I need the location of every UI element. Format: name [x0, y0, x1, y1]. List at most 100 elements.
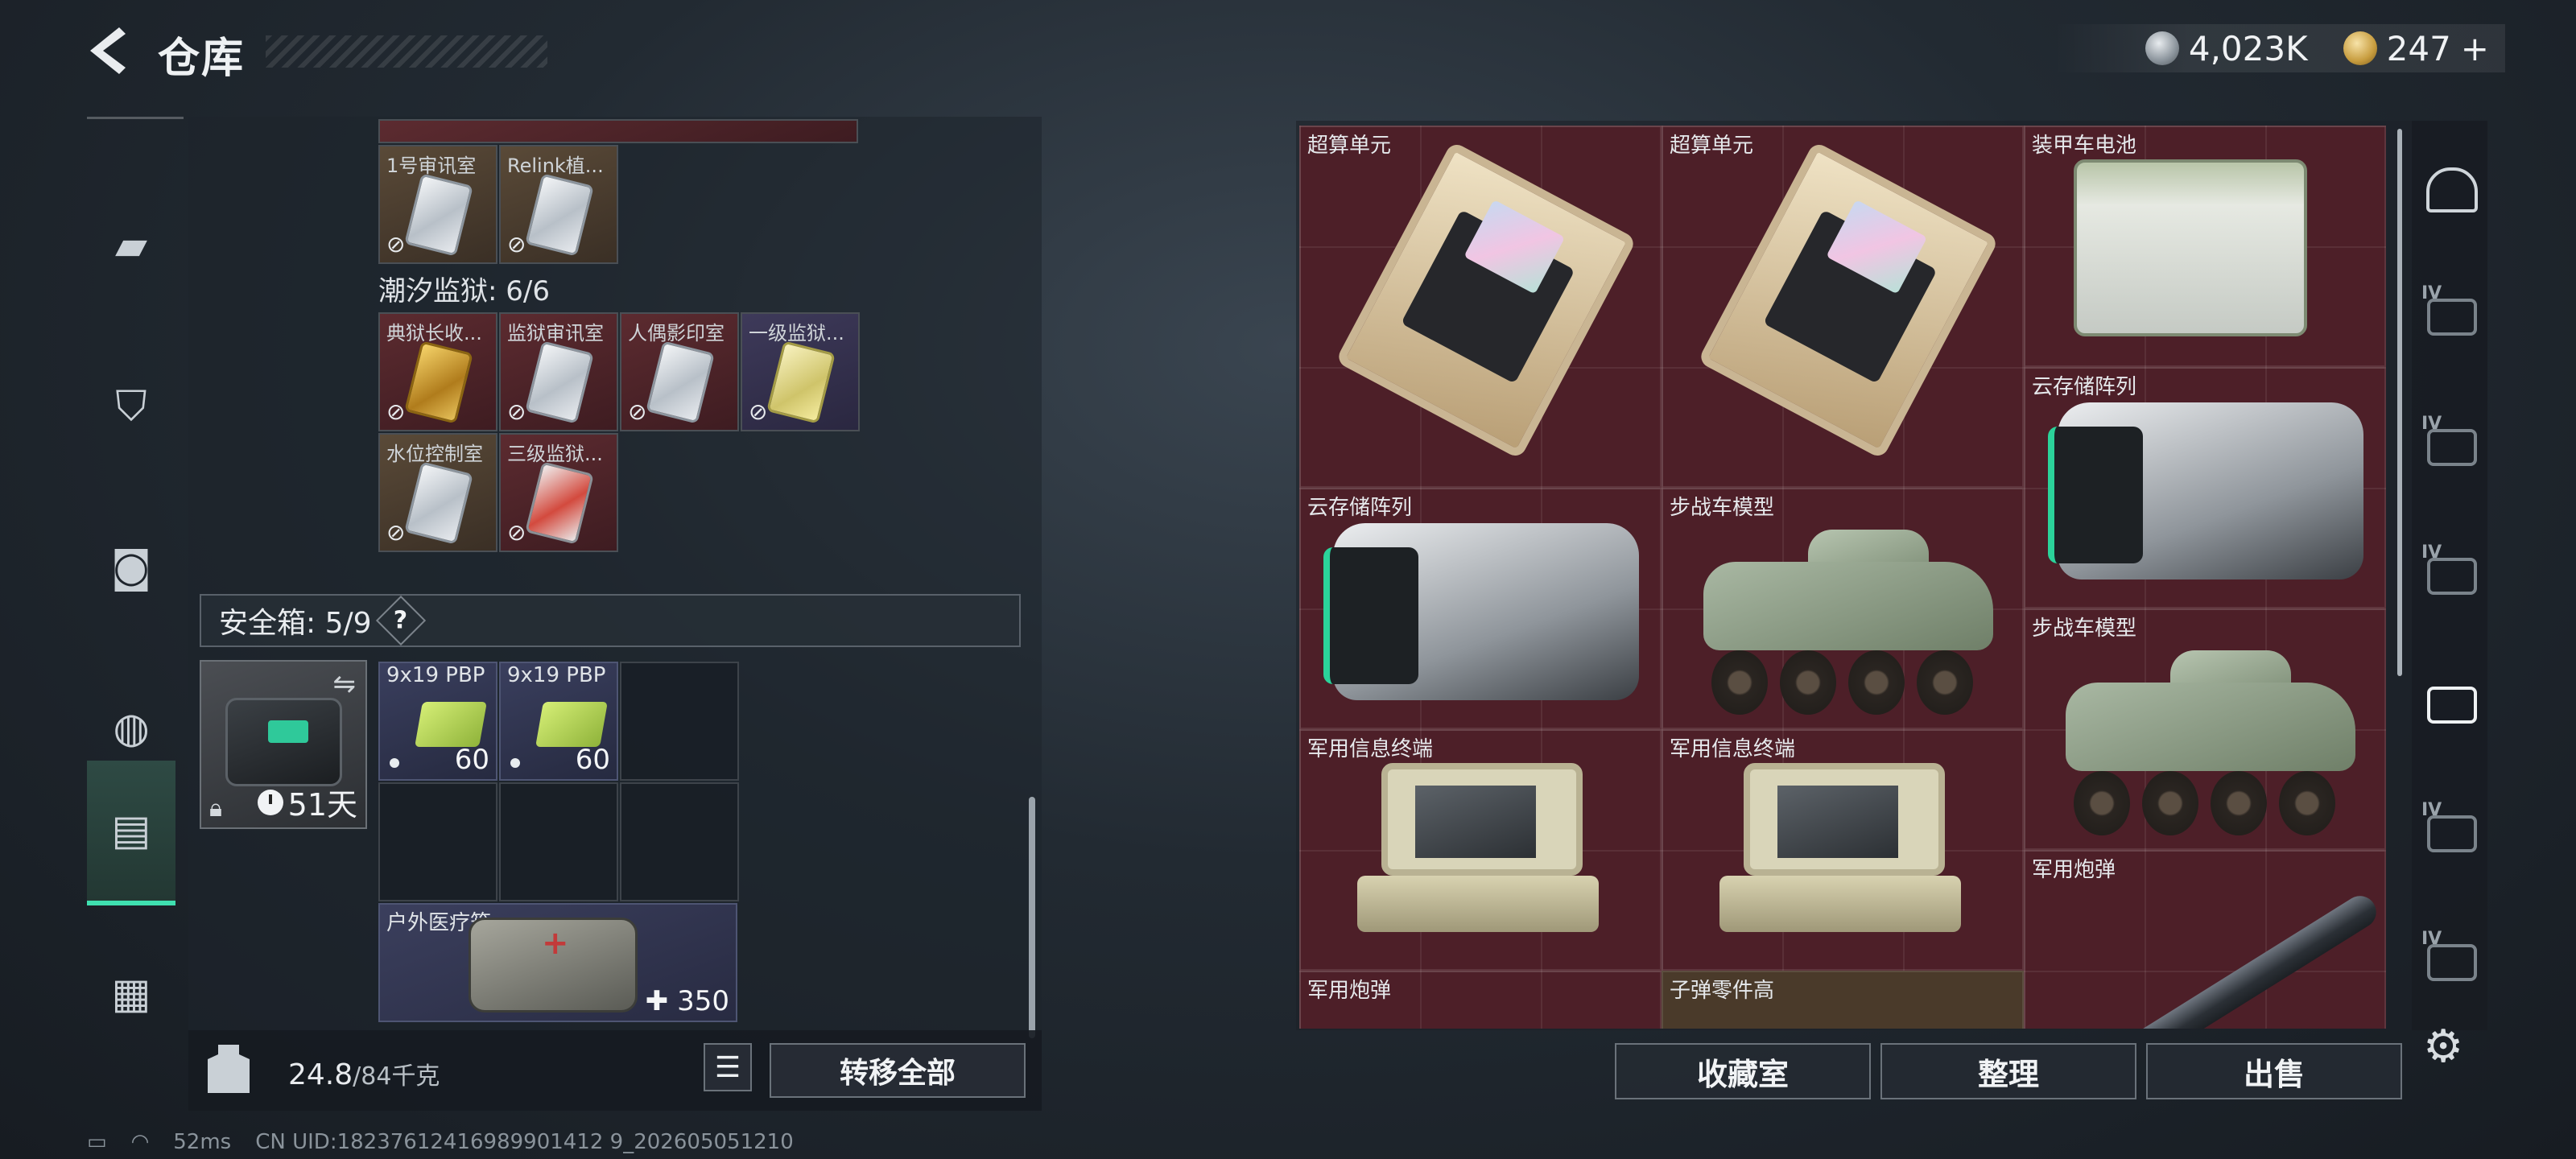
medkit-qty: ✚ 350: [645, 985, 729, 1017]
item-label: 军用炮弹: [2032, 858, 2116, 882]
bag-icon: ◍: [113, 704, 150, 753]
item-label: 典狱长收...: [386, 322, 482, 344]
ammo-item[interactable]: 9x19 PBP 60: [378, 662, 497, 781]
keycard-item[interactable]: 人偶影印室 ⊘: [620, 312, 739, 431]
sell-button[interactable]: 出售: [2146, 1043, 2402, 1099]
warehouse-item[interactable]: 军用信息终端: [1299, 729, 1662, 971]
supercompute-unit-image: [1335, 141, 1637, 460]
keycard-item[interactable]: 监狱审讯室 ⊘: [499, 312, 618, 431]
list-view-button[interactable]: ☰: [704, 1043, 752, 1091]
warehouse-tab-3[interactable]: IV: [2421, 542, 2481, 605]
ifv-model-image: [1687, 530, 2009, 715]
keycard-item[interactable]: 三级监狱... ⊘: [499, 433, 618, 552]
lock-icon: 🔒︎: [209, 794, 222, 823]
organize-button[interactable]: 整理: [1880, 1043, 2136, 1099]
settings-gear-icon[interactable]: ⚙: [2423, 1021, 2471, 1073]
item-label: 军用信息终端: [1307, 737, 1434, 761]
item-label: Relink植...: [507, 155, 604, 177]
weight-display: 24.8/84千克: [288, 1056, 440, 1091]
nav-armor[interactable]: ⛉: [87, 334, 175, 479]
left-nav: ▰ ⛉ ◙ ◍ ▤ ▦: [87, 117, 184, 1083]
warehouse-tab-5[interactable]: IV: [2421, 800, 2481, 863]
back-arrow-icon[interactable]: [80, 23, 137, 79]
item-label: 步战车模型: [1670, 496, 1775, 520]
warehouse-item[interactable]: 步战车模型: [2024, 608, 2386, 850]
inventory-scrollbar[interactable]: [1029, 797, 1035, 1038]
shelter-icon: [2426, 167, 2478, 212]
keycard-item[interactable]: 1号审讯室 ⊘: [378, 145, 497, 264]
list-icon: ☰: [714, 1050, 741, 1084]
warehouse-item[interactable]: 超算单元: [1299, 126, 1662, 488]
silver-currency[interactable]: 4,023K: [2145, 29, 2308, 68]
nav-rig[interactable]: ◙: [87, 495, 175, 640]
keycard-image: [404, 340, 473, 424]
warehouse-item[interactable]: 云存储阵列: [2024, 367, 2386, 608]
empty-slot[interactable]: [499, 782, 618, 901]
warehouse-tab-1[interactable]: IV: [2421, 283, 2481, 346]
keycard-item[interactable]: 典狱长收... ⊘: [378, 312, 497, 431]
item-label: 子弹零件高: [1670, 979, 1775, 1003]
item-row-partial: [378, 119, 858, 143]
currency-bar: 4,023K 247 +: [2054, 24, 2505, 72]
ammo-dot-icon: [510, 758, 520, 768]
keycard-item[interactable]: 一级监狱... ⊘: [741, 312, 860, 431]
no-trade-icon: ⊘: [507, 519, 526, 546]
warehouse-item[interactable]: 军用炮弹: [1299, 971, 1662, 1029]
gold-currency[interactable]: 247 +: [2343, 29, 2489, 68]
keycard-image: [646, 340, 715, 424]
warehouse-item[interactable]: 装甲车电池: [2024, 126, 2386, 367]
safebox-container[interactable]: ⇋ 🔒︎ 51天: [200, 660, 367, 829]
empty-slot[interactable]: [620, 662, 739, 781]
warehouse-scrollbar[interactable]: [2397, 129, 2402, 676]
keycard-image: [404, 461, 473, 545]
item-label: 军用炮弹: [1307, 979, 1392, 1003]
briefcase-icon: ▦: [111, 970, 151, 1018]
ammo-box-image: [535, 702, 608, 747]
ping-text: 52ms: [173, 1130, 232, 1154]
vehicle-battery-image: [2074, 159, 2307, 336]
gear-crate-icon: [2427, 944, 2477, 981]
help-icon[interactable]: ?: [375, 595, 426, 646]
empty-slot[interactable]: [620, 782, 739, 901]
no-trade-icon: ⊘: [386, 398, 406, 425]
medkit-item[interactable]: 户外医疗箱 ✚ 350: [378, 903, 737, 1022]
empty-slot[interactable]: [378, 782, 497, 901]
nav-toolbox[interactable]: ▦: [87, 922, 175, 1066]
warehouse-item[interactable]: 子弹零件高: [1662, 971, 2024, 1029]
tools-icon: [2427, 815, 2477, 852]
swap-icon[interactable]: ⇋: [333, 668, 357, 700]
folder-icon: [2427, 558, 2477, 595]
keycard-image: [766, 340, 836, 424]
warehouse-item[interactable]: 军用信息终端: [1662, 729, 2024, 971]
keycard-item[interactable]: Relink植... ⊘: [499, 145, 618, 264]
collection-room-button[interactable]: 收藏室: [1615, 1043, 1871, 1099]
nav-weapons[interactable]: ▰: [87, 173, 175, 318]
backpack-icon: ◙: [110, 543, 152, 592]
status-bar: ▭ ◠ 52ms CN UID:18237612416989901412 9_2…: [87, 1130, 794, 1154]
add-gold-icon[interactable]: +: [2461, 29, 2489, 68]
warehouse-item[interactable]: 超算单元: [1662, 126, 2024, 488]
warehouse-item[interactable]: 步战车模型: [1662, 488, 2024, 729]
warehouse-item[interactable]: 云存储阵列: [1299, 488, 1662, 729]
no-trade-icon: ⊘: [507, 231, 526, 258]
clipboard-icon: ▤: [111, 806, 151, 855]
ammo-item[interactable]: 9x19 PBP 60: [499, 662, 618, 781]
clock-icon: [257, 789, 283, 815]
no-trade-icon: ⊘: [749, 398, 768, 425]
keycard-item[interactable]: 水位控制室 ⊘: [378, 433, 497, 552]
keycard-image: [404, 173, 473, 257]
warehouse-item[interactable]: 军用炮弹: [2024, 850, 2386, 1029]
warehouse-tab-6[interactable]: IV: [2421, 929, 2481, 992]
no-trade-icon: ⊘: [507, 398, 526, 425]
warehouse-tab-4[interactable]: [2423, 676, 2481, 734]
ammo-box-image: [415, 702, 487, 747]
no-trade-icon: ⊘: [628, 398, 647, 425]
safebox-title: 安全箱: 5/9: [219, 607, 372, 640]
nav-safebox[interactable]: ▤: [87, 761, 175, 905]
no-trade-icon: ⊘: [386, 519, 406, 546]
transfer-all-button[interactable]: 转移全部: [770, 1043, 1026, 1098]
warehouse-tab-2[interactable]: IV: [2421, 414, 2481, 476]
supercompute-unit-image: [1697, 141, 2000, 460]
warehouse-tab-main[interactable]: [2423, 161, 2481, 219]
medkit-image: [469, 918, 638, 1013]
